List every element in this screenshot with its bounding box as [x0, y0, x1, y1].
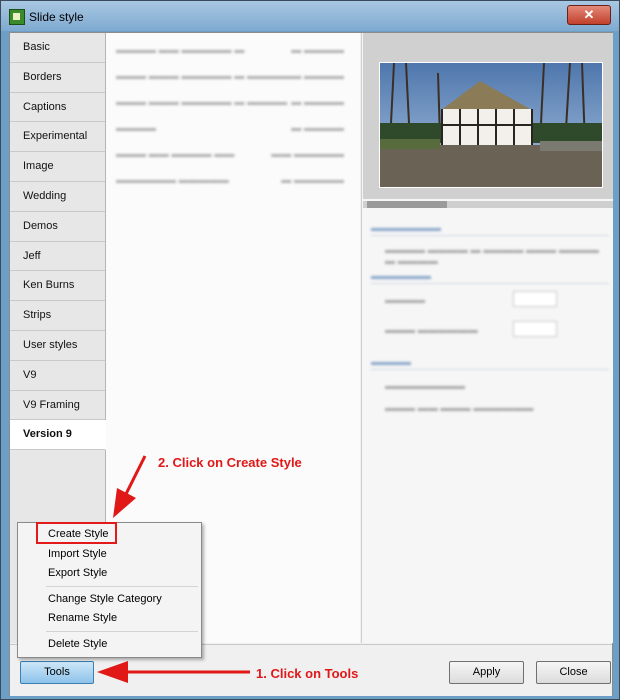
arrow-head-tools [97, 661, 128, 683]
annotation-arrows [97, 455, 250, 683]
step2-annotation: 2. Click on Create Style [158, 455, 302, 470]
step1-annotation: 1. Click on Tools [256, 666, 359, 681]
arrow-head-create-style [113, 488, 136, 518]
arrow-to-create-style [123, 455, 147, 497]
